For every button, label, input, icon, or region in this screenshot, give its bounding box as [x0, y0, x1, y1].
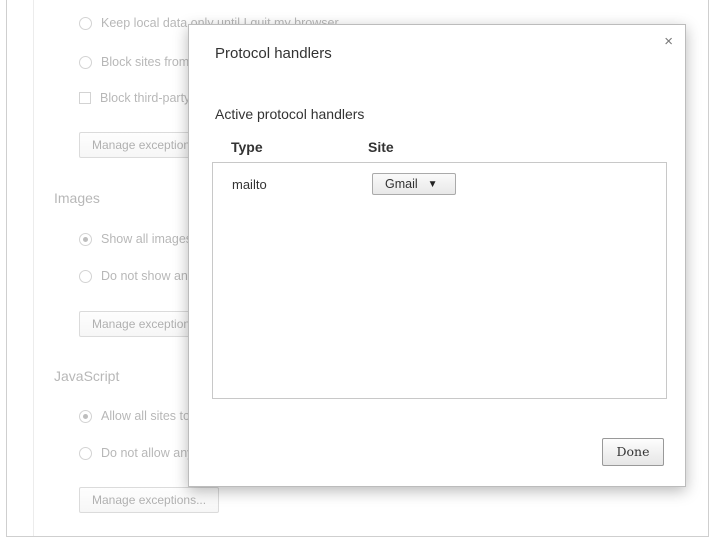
- dropdown-arrow-icon: ▼: [427, 178, 438, 190]
- active-handlers-heading: Active protocol handlers: [215, 106, 365, 122]
- protocol-handlers-dialog: Protocol handlers × Active protocol hand…: [188, 24, 686, 487]
- javascript-heading: JavaScript: [54, 368, 120, 384]
- allow-all-javascript-radio[interactable]: [79, 409, 92, 423]
- site-select-value: Gmail: [385, 177, 418, 191]
- images-heading: Images: [54, 190, 100, 206]
- show-all-images-radio[interactable]: [79, 232, 92, 246]
- handlers-list: mailto Gmail ▼: [212, 162, 667, 399]
- handler-type: mailto: [232, 177, 267, 192]
- block-third-party-checkbox[interactable]: [79, 92, 91, 104]
- do-not-show-images-radio[interactable]: [79, 269, 92, 283]
- javascript-manage-exceptions-button[interactable]: Manage exceptions...: [79, 487, 220, 513]
- dialog-title: Protocol handlers: [215, 45, 332, 62]
- site-select[interactable]: Gmail ▼: [372, 173, 456, 195]
- type-column-header: Type: [231, 139, 263, 155]
- done-button[interactable]: Done: [602, 438, 664, 466]
- keep-local-data-radio[interactable]: [79, 16, 92, 30]
- block-sites-radio[interactable]: [79, 55, 92, 69]
- site-column-header: Site: [368, 139, 394, 155]
- close-icon[interactable]: ×: [664, 33, 673, 51]
- do-not-allow-javascript-radio[interactable]: [79, 446, 92, 460]
